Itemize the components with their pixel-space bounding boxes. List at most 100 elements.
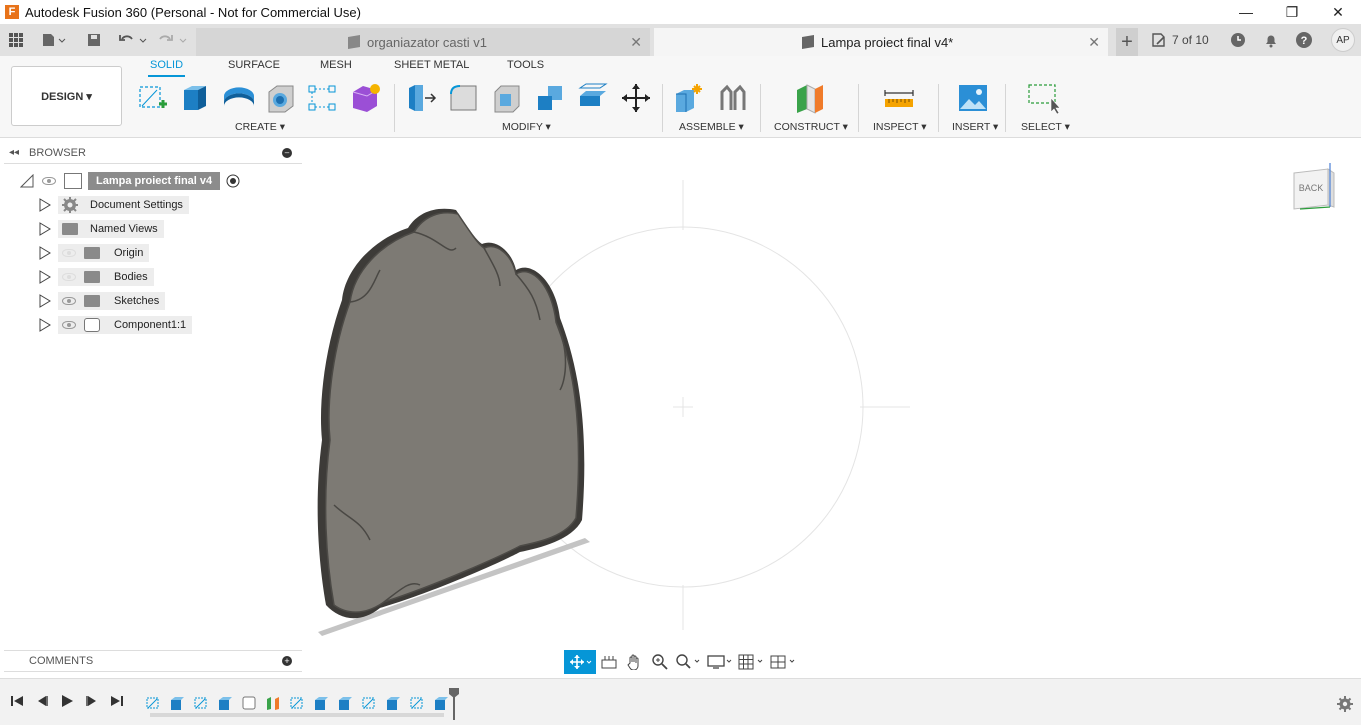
fit-zoom-icon[interactable] [673,650,705,674]
browser-item-origin[interactable]: Origin [38,243,150,263]
browser-item-sketches[interactable]: Sketches [38,291,166,311]
browser-item-named-views[interactable]: Named Views [38,219,164,239]
assemble-menu[interactable]: ASSEMBLE ▾ [679,121,744,133]
browser-minimize-icon[interactable]: – [282,147,292,158]
timeline-plane-icon[interactable] [266,696,281,710]
save-icon[interactable] [84,24,104,56]
timeline-extrude-icon[interactable] [386,696,401,710]
timeline-sketch-icon[interactable] [290,696,305,710]
play-icon[interactable] [60,694,74,711]
pattern-icon[interactable] [307,82,339,114]
offset-plane-icon[interactable] [794,82,826,114]
insert-menu[interactable]: INSERT ▾ [952,121,998,133]
expand-arrow-icon[interactable] [38,222,52,236]
timeline-extrude-icon[interactable] [218,696,233,710]
timeline-sketch-icon[interactable] [410,696,425,710]
expanded-triangle-icon[interactable] [20,174,34,188]
new-component-icon[interactable] [673,82,705,114]
hidden-eye-icon[interactable] [62,249,76,257]
insert-canvas-icon[interactable] [957,82,989,114]
3d-viewport[interactable] [304,139,1361,677]
hole-icon[interactable] [265,82,297,114]
visibility-eye-icon[interactable] [62,297,76,305]
comments-panel-header[interactable]: COMMENTS + [4,650,302,672]
zoom-icon[interactable] [647,650,673,674]
timeline-marker[interactable] [449,688,459,720]
timeline-extrude-icon[interactable] [314,696,329,710]
look-at-icon[interactable] [596,650,622,674]
tab-close-icon[interactable]: ✕ [1088,34,1100,51]
browser-root-node[interactable]: Lampa proiect final v4 [20,171,240,191]
step-forward-icon[interactable] [85,694,99,711]
expand-arrow-icon[interactable] [38,270,52,284]
hidden-eye-icon[interactable] [62,273,76,281]
press-pull-icon[interactable] [405,82,437,114]
timeline-extrude-icon[interactable] [338,696,353,710]
viewports-icon[interactable] [768,650,800,674]
tab-lampa-proiect[interactable]: Lampa proiect final v4* ✕ [654,28,1108,56]
expand-arrow-icon[interactable] [38,198,52,212]
create-menu[interactable]: CREATE ▾ [235,121,285,133]
expand-arrow-icon[interactable] [38,294,52,308]
user-avatar[interactable]: AP [1331,28,1355,52]
viewcube[interactable]: BACK Z [1288,154,1338,213]
tab-organiazator-casti[interactable]: organiazator casti v1 ✕ [196,28,650,56]
display-settings-icon[interactable] [705,650,737,674]
activate-radio-icon[interactable] [226,174,240,188]
visibility-eye-icon[interactable] [62,321,76,329]
modify-menu[interactable]: MODIFY ▾ [502,121,551,133]
workspace-switcher[interactable]: DESIGN ▾ [11,66,122,126]
model-canvas[interactable] [304,139,1361,677]
visibility-eye-icon[interactable] [42,177,56,185]
timeline-component-icon[interactable] [242,696,257,710]
help-icon[interactable]: ? [1294,24,1314,56]
browser-item-bodies[interactable]: Bodies [38,267,154,287]
shell-icon[interactable] [491,82,523,114]
select-box-icon[interactable] [1027,82,1061,115]
root-component-label[interactable]: Lampa proiect final v4 [88,172,221,190]
timeline-extrude-icon[interactable] [170,696,185,710]
move-copy-icon[interactable] [620,82,652,114]
browser-item-document-settings[interactable]: Document Settings [38,195,189,215]
inspect-menu[interactable]: INSPECT ▾ [873,121,927,133]
close-window-button[interactable]: ✕ [1315,0,1361,24]
select-menu[interactable]: SELECT ▾ [1021,121,1070,133]
tab-sheet-metal[interactable]: SHEET METAL [394,59,469,77]
revolve-icon[interactable] [222,82,254,114]
tab-close-icon[interactable]: ✕ [630,34,642,51]
browser-item-component1[interactable]: Component1:1 [38,315,193,335]
measure-icon[interactable] [883,82,915,114]
job-status[interactable]: 7 of 10 [1150,24,1209,56]
orbit-mode-button[interactable] [564,650,596,674]
tab-tools[interactable]: TOOLS [507,59,544,77]
tab-solid[interactable]: SOLID [148,59,186,77]
clock-icon[interactable] [1228,24,1248,56]
extrude-icon[interactable] [180,82,212,114]
add-comment-icon[interactable]: + [282,656,292,666]
redo-icon[interactable] [156,24,190,56]
minimize-button[interactable]: — [1223,0,1269,24]
timeline-settings-gear-icon[interactable] [1337,696,1353,715]
construct-menu[interactable]: CONSTRUCT ▾ [774,121,848,133]
data-panel-grid-icon[interactable] [4,24,28,56]
go-to-start-icon[interactable] [10,694,24,711]
fillet-icon[interactable] [448,82,480,114]
go-to-end-icon[interactable] [110,694,124,711]
tab-mesh[interactable]: MESH [320,59,352,77]
pan-hand-icon[interactable] [622,650,648,674]
joint-icon[interactable] [717,82,749,114]
create-form-icon[interactable] [350,82,382,114]
create-sketch-icon[interactable] [137,82,169,114]
timeline-sketch-icon[interactable] [194,696,209,710]
file-menu-icon[interactable] [38,24,70,56]
step-back-icon[interactable] [35,694,49,711]
combine-icon[interactable] [534,82,566,114]
new-tab-button[interactable]: + [1116,28,1138,56]
restore-button[interactable]: ❐ [1269,0,1315,24]
offset-faces-icon[interactable] [577,82,609,114]
timeline-sketch-icon[interactable] [146,696,161,710]
expand-arrow-icon[interactable] [38,318,52,332]
notification-bell-icon[interactable] [1261,24,1281,56]
undo-icon[interactable] [116,24,150,56]
grid-settings-icon[interactable] [737,650,769,674]
